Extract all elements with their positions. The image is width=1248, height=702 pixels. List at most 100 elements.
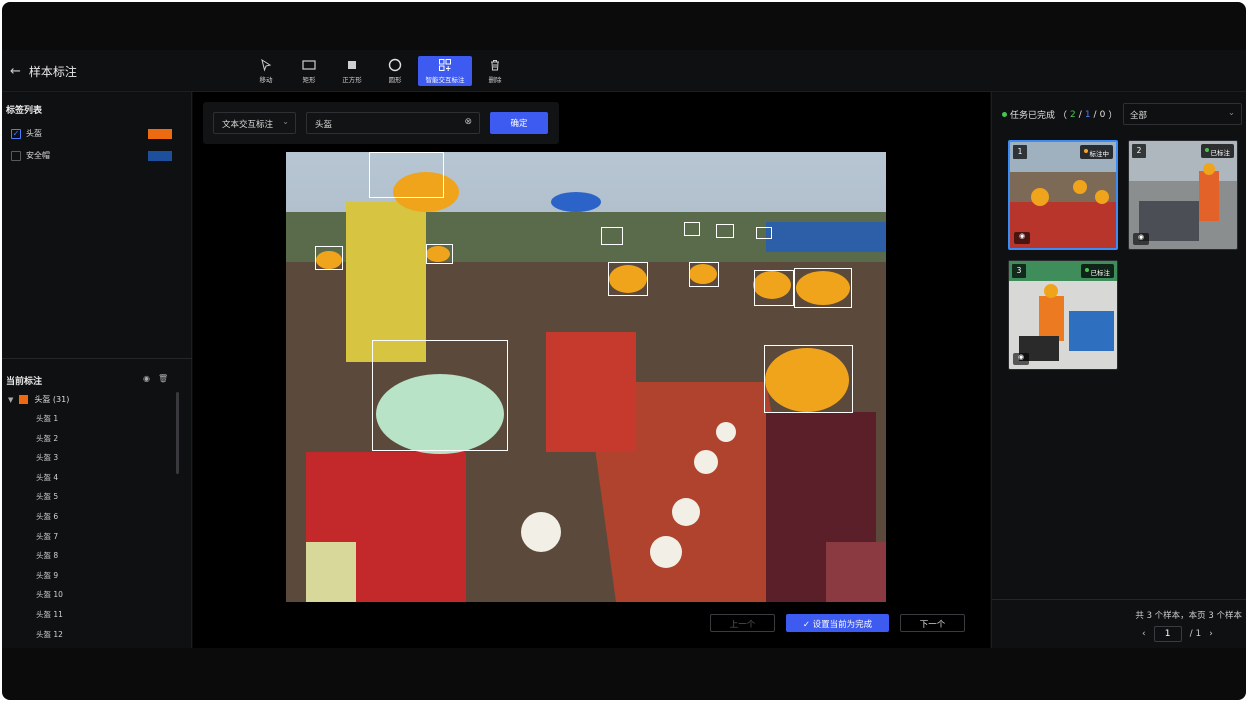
pagination: ‹ 1 / 1 ›	[1142, 626, 1213, 642]
right-panel: 任务已完成 （2/1/0） 全部 ⌄ 1 标注中 ◉ 2 已标注 ◉ 3 已标注…	[991, 92, 1246, 648]
sample-image[interactable]	[286, 152, 886, 602]
eye-icon[interactable]: ◉	[143, 374, 150, 383]
tag-color-swatch[interactable]	[148, 151, 172, 161]
scrollbar[interactable]	[176, 392, 179, 474]
tool-label: 智能交互标注	[425, 76, 465, 84]
mode-select[interactable]: 文本交互标注 ⌄	[213, 112, 296, 134]
thumbnail-number: 1	[1013, 145, 1027, 159]
sample-thumbnail[interactable]: 3 已标注 ◉	[1008, 260, 1118, 370]
tool-label: 圆形	[388, 76, 402, 84]
thumbnail-number: 2	[1132, 144, 1146, 158]
left-panel: 标签列表 ✓ 头盔 安全帽 当前标注 ◉ 🗑 ▼ 头盔 (31) 头盔 1 头盔…	[2, 92, 192, 648]
status-badge: 已标注	[1200, 144, 1234, 158]
set-complete-label: 设置当前为完成	[812, 620, 873, 630]
eye-icon[interactable]: ◉	[1133, 233, 1149, 245]
tool-label: 正方形	[342, 76, 362, 84]
chevron-left-icon[interactable]: ‹	[1142, 629, 1146, 639]
trash-icon	[491, 60, 499, 71]
annotation-group-helmet[interactable]: ▼ 头盔 (31)	[8, 394, 69, 405]
annotation-list: 头盔 1 头盔 2 头盔 3 头盔 4 头盔 5 头盔 6 头盔 7 头盔 8 …	[36, 413, 63, 648]
bounding-box[interactable]	[794, 268, 852, 308]
tag-list-title: 标签列表	[6, 106, 43, 116]
status-filter[interactable]: 全部 ⌄	[1123, 103, 1242, 125]
eye-icon[interactable]: ◉	[1013, 353, 1029, 365]
sample-thumbnail[interactable]: 1 标注中 ◉	[1008, 140, 1118, 250]
bounding-box[interactable]	[369, 152, 444, 198]
confirm-button[interactable]: 确定	[490, 112, 548, 134]
tool-group: 移动 矩形 正方形 圆形 智能交互标注 删除	[246, 56, 518, 86]
bounding-box[interactable]	[764, 345, 853, 413]
prev-button[interactable]: 上一个	[710, 614, 775, 632]
status-open-paren: （	[1058, 111, 1068, 121]
smart-select-icon	[439, 59, 451, 71]
bounding-box[interactable]	[372, 340, 508, 451]
mode-select-value: 文本交互标注	[222, 120, 274, 130]
tag-item-safety-hat[interactable]: 安全帽	[11, 150, 50, 161]
annotation-item[interactable]: 头盔 12	[36, 629, 63, 649]
prompt-input-value: 头盔	[315, 120, 333, 130]
bounding-box[interactable]	[689, 262, 719, 287]
app-window: ← 样本标注 移动 矩形 正方形 圆形 智能交互标注 删除 标签列表 ✓ 头盔 …	[2, 2, 1246, 700]
tag-name: 头盔	[26, 129, 42, 138]
caret-down-icon[interactable]: ▼	[8, 396, 13, 404]
annotation-item[interactable]: 头盔 9	[36, 570, 63, 590]
tag-color-swatch[interactable]	[148, 129, 172, 139]
badge-label: 已标注	[1210, 149, 1231, 157]
status-label: 任务已完成	[1010, 111, 1056, 121]
bounding-box[interactable]	[601, 227, 623, 245]
annotation-item[interactable]: 头盔 7	[36, 531, 63, 551]
bounding-box[interactable]	[754, 270, 794, 306]
badge-dot	[1084, 268, 1089, 272]
annotation-item[interactable]: 头盔 10	[36, 589, 63, 609]
tool-rectangle[interactable]: 矩形	[289, 56, 329, 86]
page-count: / 1	[1189, 629, 1202, 639]
task-status: 任务已完成 （2/1/0）	[1002, 108, 1117, 121]
check-circle-icon: ✓	[802, 620, 813, 630]
checkbox[interactable]	[11, 150, 21, 161]
prompt-input[interactable]: 头盔 ⊗	[306, 112, 480, 134]
bounding-box[interactable]	[608, 262, 648, 296]
tool-square[interactable]: 正方形	[332, 56, 372, 86]
chevron-right-icon[interactable]: ›	[1209, 629, 1213, 639]
back-button[interactable]: ← 样本标注	[10, 63, 77, 80]
divider	[2, 358, 192, 359]
chevron-down-icon: ⌄	[282, 117, 289, 126]
filter-value: 全部	[1130, 111, 1148, 121]
status-total-count: 1	[1084, 109, 1091, 120]
checkbox-checked[interactable]: ✓	[11, 128, 21, 139]
tag-item-helmet[interactable]: ✓ 头盔	[11, 128, 42, 139]
trash-icon[interactable]: 🗑	[158, 374, 168, 383]
page-input[interactable]: 1	[1153, 626, 1182, 642]
annotation-item[interactable]: 头盔 11	[36, 609, 63, 629]
tool-smart-annotation[interactable]: 智能交互标注	[418, 56, 472, 86]
arrow-left-icon: ←	[10, 64, 21, 79]
annotation-item[interactable]: 头盔 2	[36, 433, 63, 453]
annotation-item[interactable]: 头盔 3	[36, 452, 63, 472]
bounding-box[interactable]	[315, 246, 343, 270]
annotation-item[interactable]: 头盔 4	[36, 472, 63, 492]
bounding-box[interactable]	[716, 224, 734, 238]
tool-label: 删除	[488, 76, 502, 84]
annotation-item[interactable]: 头盔 1	[36, 413, 63, 433]
bounding-box[interactable]	[756, 227, 772, 239]
set-complete-button[interactable]: ✓ 设置当前为完成	[786, 614, 889, 632]
chevron-down-icon: ⌄	[1227, 108, 1235, 118]
tool-circle[interactable]: 圆形	[375, 56, 415, 86]
tool-delete[interactable]: 删除	[475, 56, 515, 86]
annotation-item[interactable]: 头盔 6	[36, 511, 63, 531]
sample-thumbnail[interactable]: 2 已标注 ◉	[1128, 140, 1238, 250]
tool-move[interactable]: 移动	[246, 56, 286, 86]
bounding-box[interactable]	[684, 222, 700, 236]
current-annotations-title: 当前标注	[6, 377, 43, 387]
divider	[992, 599, 1246, 600]
next-button[interactable]: 下一个	[900, 614, 965, 632]
top-toolbar: ← 样本标注 移动 矩形 正方形 圆形 智能交互标注 删除	[2, 50, 1246, 92]
group-color	[19, 395, 29, 404]
annotation-item[interactable]: 头盔 8	[36, 550, 63, 570]
bounding-box[interactable]	[426, 244, 453, 264]
clear-icon[interactable]: ⊗	[464, 117, 472, 127]
canvas-area: 文本交互标注 ⌄ 头盔 ⊗ 确定 上一个 ✓ 设置当前为完成 下一个	[193, 92, 990, 648]
eye-icon[interactable]: ◉	[1014, 232, 1030, 244]
annotation-item[interactable]: 头盔 5	[36, 491, 63, 511]
status-badge: 标注中	[1079, 145, 1113, 159]
